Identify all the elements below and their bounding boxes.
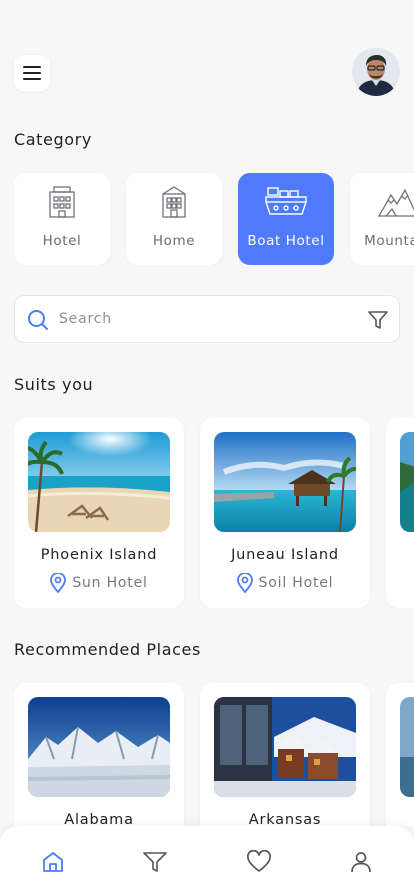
place-name: Phoenix Island bbox=[40, 547, 158, 563]
snowy-village-image bbox=[214, 697, 356, 797]
location-pin-icon bbox=[50, 573, 67, 593]
suits-you-title: Suits you bbox=[14, 375, 94, 394]
filter-icon bbox=[143, 852, 167, 872]
heart-icon bbox=[247, 850, 271, 872]
hamburger-menu-icon bbox=[23, 66, 41, 80]
category-title: Category bbox=[14, 130, 92, 149]
location-pin-icon bbox=[236, 573, 253, 593]
place-card[interactable]: Juneau Island Soil Hotel bbox=[200, 418, 370, 608]
beach-image bbox=[28, 432, 170, 532]
category-mountain[interactable]: Mountain bbox=[350, 173, 414, 265]
home-building-icon bbox=[162, 186, 186, 218]
category-label: Home bbox=[152, 233, 196, 249]
tab-profile[interactable] bbox=[345, 846, 377, 878]
search-input[interactable] bbox=[59, 308, 359, 330]
user-icon bbox=[351, 852, 371, 873]
search-bar bbox=[14, 295, 400, 343]
recommended-list: Alabama Arkansas bbox=[14, 683, 414, 826]
place-name: Arkansas bbox=[248, 812, 322, 826]
suits-you-list: Phoenix Island Sun Hotel Juneau Island S… bbox=[14, 418, 414, 608]
place-card[interactable] bbox=[386, 418, 414, 608]
tab-filter[interactable] bbox=[139, 846, 171, 878]
menu-button[interactable] bbox=[14, 55, 50, 91]
place-location: Sun Hotel bbox=[14, 573, 184, 593]
place-location-text: Soil Hotel bbox=[258, 575, 334, 591]
place-card[interactable]: Phoenix Island Sun Hotel bbox=[14, 418, 184, 608]
category-home[interactable]: Home bbox=[126, 173, 222, 265]
place-card[interactable]: Alabama bbox=[14, 683, 184, 826]
place-location-text: Sun Hotel bbox=[72, 575, 148, 591]
bottom-tab-bar bbox=[0, 826, 414, 896]
tab-home[interactable] bbox=[37, 846, 69, 878]
snowy-mountains-image bbox=[28, 697, 170, 797]
mountain-icon bbox=[378, 188, 414, 217]
category-list: Hotel Home Boat Hotel Mount bbox=[14, 173, 414, 265]
boat-hotel-icon bbox=[265, 187, 307, 215]
category-label: Mountain bbox=[364, 233, 414, 249]
tab-favorites[interactable] bbox=[243, 846, 275, 878]
category-label: Hotel bbox=[42, 233, 82, 249]
home-icon bbox=[43, 852, 63, 872]
category-hotel[interactable]: Hotel bbox=[14, 173, 110, 265]
category-boat-hotel[interactable]: Boat Hotel bbox=[238, 173, 334, 265]
user-avatar[interactable] bbox=[352, 48, 400, 96]
place-image bbox=[400, 697, 414, 797]
place-name: Juneau Island bbox=[231, 547, 339, 563]
search-icon bbox=[28, 310, 48, 330]
place-card[interactable] bbox=[386, 683, 414, 826]
place-image bbox=[400, 432, 414, 532]
bungalow-image bbox=[214, 432, 356, 532]
hotel-building-icon bbox=[49, 186, 75, 218]
place-name: Alabama bbox=[64, 812, 134, 826]
recommended-title: Recommended Places bbox=[14, 640, 201, 659]
filter-icon[interactable] bbox=[367, 309, 389, 331]
category-label: Boat Hotel bbox=[247, 233, 325, 249]
place-card[interactable]: Arkansas bbox=[200, 683, 370, 826]
place-location: Soil Hotel bbox=[200, 573, 370, 593]
